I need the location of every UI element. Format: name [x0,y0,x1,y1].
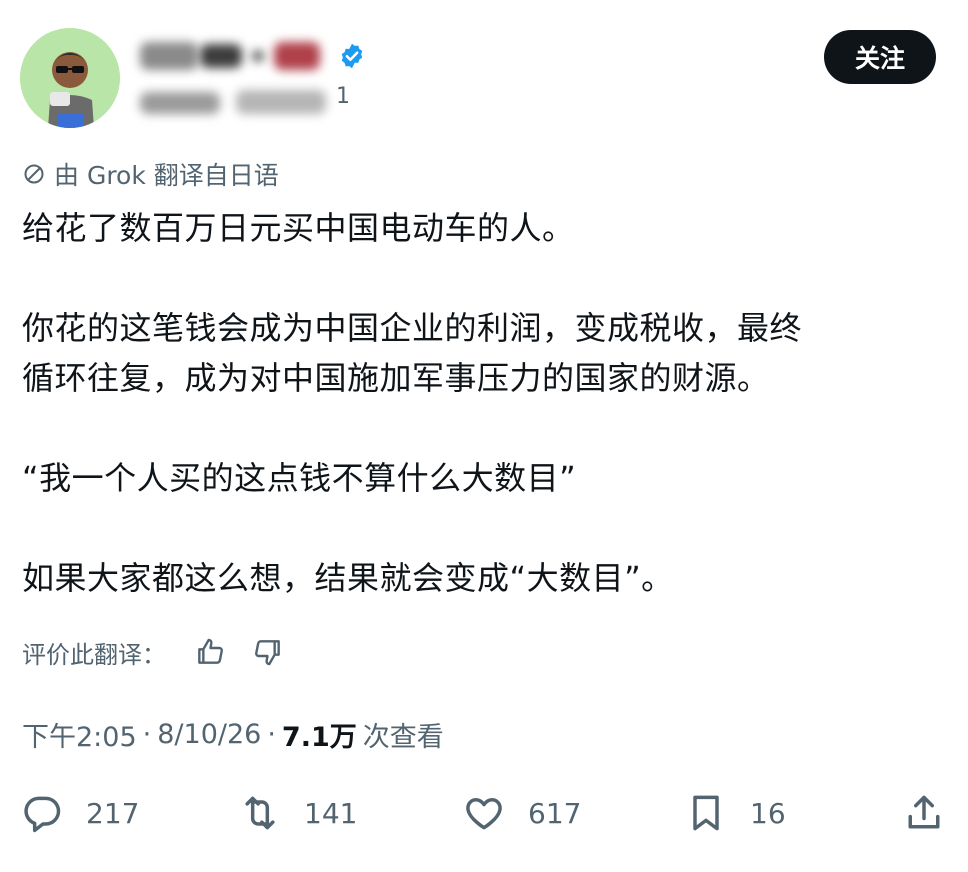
separator-dot: · [142,718,152,750]
bookmark-icon [693,795,719,831]
translation-note-text: 由 Grok 翻译自日语 [54,161,279,190]
thumbs-down-icon[interactable] [252,636,284,668]
tweet-paragraph: 如果大家都这么想，结果就会变成“大数目”。 [22,559,674,597]
rate-translation-label: 评价此翻译： [22,640,166,669]
tweet-page: 1 关注 由 Grok 翻译自日语 给花了数百万日元买中国电动车的人。 你花的这… [0,0,968,872]
retweet-icon [245,796,275,830]
view-count-suffix: 次查看 [362,721,444,753]
user-identity[interactable]: 1 [140,38,400,118]
reply-count: 217 [86,796,140,830]
bookmark-button[interactable]: 16 [684,788,786,838]
tweet-meta: 下午2:05 · 8/10/26 · 7.1万 次查看 [22,714,444,754]
thumbs-up-icon[interactable] [194,636,226,668]
verified-badge-icon [341,43,363,69]
reply-button[interactable]: 217 [20,788,139,838]
handle-tail: 1 [336,84,350,109]
reply-icon [24,796,61,833]
handle-obscured: 1 [140,76,400,116]
like-button[interactable]: 617 [462,788,581,838]
retweet-count: 141 [304,796,358,830]
tweet-text: 给花了数百万日元买中国电动车的人。 你花的这笔钱会成为中国企业的利润，变成税收，… [22,203,942,603]
tweet-actions: 217 141 617 16 [20,788,950,838]
like-count: 617 [528,796,582,830]
translation-note[interactable]: 由 Grok 翻译自日语 [22,157,279,191]
display-name-obscured[interactable] [140,38,400,76]
tweet-paragraph: “我一个人买的这点钱不算什么大数目” [22,459,577,497]
share-icon [908,795,940,829]
separator-dot: · [267,718,276,750]
share-button[interactable] [902,788,946,838]
bookmark-count: 16 [750,796,786,830]
avatar[interactable] [20,28,120,128]
rate-translation: 评价此翻译： [22,632,284,672]
retweet-button[interactable]: 141 [238,788,357,838]
tweet-paragraph: 你花的这笔钱会成为中国企业的利润，变成税收，最终 循环往复，成为对中国施加军事压… [22,309,803,397]
view-count: 7.1万 [281,721,357,753]
tweet-header: 1 关注 [20,28,936,128]
tweet-date[interactable]: 8/10/26 [157,719,261,750]
tweet-paragraph: 给花了数百万日元买中国电动车的人。 [22,209,575,247]
follow-button[interactable]: 关注 [824,30,936,84]
like-icon [466,798,502,830]
translate-icon [24,164,44,184]
tweet-time[interactable]: 下午2:05 [22,715,137,754]
